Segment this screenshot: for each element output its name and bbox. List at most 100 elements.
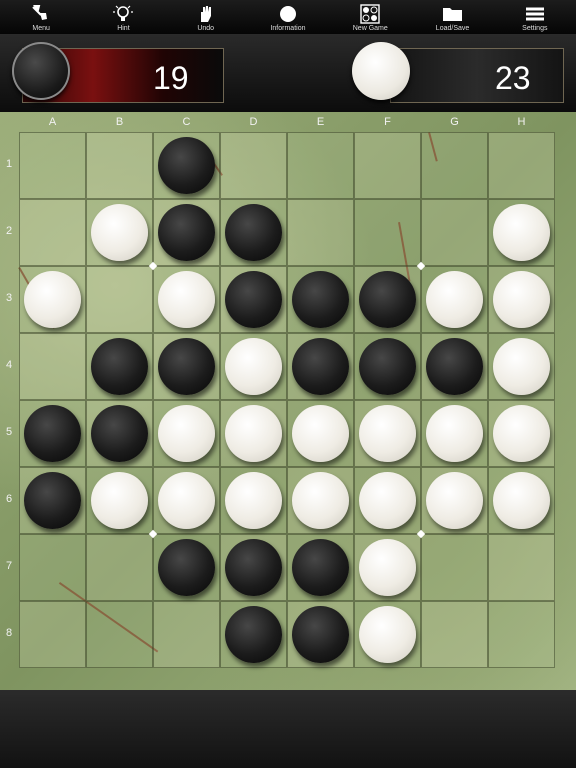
black-disc: [359, 338, 416, 395]
black-disc: [292, 606, 349, 663]
column-label: F: [384, 116, 391, 128]
board-cell-d1[interactable]: [220, 132, 287, 199]
white-disc: [158, 271, 215, 328]
black-disc: [225, 271, 282, 328]
game-board: A B C D E F G H 1 2 3 4 5 6 7 8: [0, 112, 576, 690]
row-label: 5: [5, 426, 13, 438]
toolbar-button-settings[interactable]: Settings: [494, 0, 576, 34]
white-disc: [493, 271, 550, 328]
white-score-panel: 23: [390, 48, 564, 103]
lightbulb-icon: [109, 3, 137, 25]
board-cell-g8[interactable]: [421, 601, 488, 668]
board-cell-h7[interactable]: [488, 534, 555, 601]
board-cell-g1[interactable]: [421, 132, 488, 199]
board-cell-a1[interactable]: [19, 132, 86, 199]
toolbar-button-hint[interactable]: Hint: [82, 0, 164, 34]
row-label: 7: [5, 560, 13, 572]
toolbar-label: Settings: [522, 25, 548, 32]
white-disc: [426, 405, 483, 462]
column-label: H: [517, 116, 526, 128]
white-disc: [493, 204, 550, 261]
white-disc: [292, 472, 349, 529]
board-cell-c8[interactable]: [153, 601, 220, 668]
wrench-icon: [521, 3, 549, 25]
new-game-grid-icon: [356, 3, 384, 25]
board-cell-g2[interactable]: [421, 199, 488, 266]
black-disc: [225, 606, 282, 663]
white-disc: [493, 472, 550, 529]
toolbar-label: Menu: [32, 25, 50, 32]
board-cell-h8[interactable]: [488, 601, 555, 668]
white-disc: [359, 405, 416, 462]
hand-icon: [192, 3, 220, 25]
black-disc: [24, 405, 81, 462]
white-disc: [24, 271, 81, 328]
white-disc: [292, 405, 349, 462]
toolbar-label: New Game: [352, 25, 388, 32]
black-disc: [91, 405, 148, 462]
score-bar: 19 23: [0, 34, 576, 112]
white-disc: [225, 405, 282, 462]
black-disc: [225, 204, 282, 261]
bottom-panel: [0, 690, 576, 768]
column-label: D: [249, 116, 258, 128]
board-cell-a7[interactable]: [19, 534, 86, 601]
column-label: G: [450, 116, 459, 128]
white-disc: [91, 204, 148, 261]
toolbar-label: Information: [270, 25, 306, 32]
black-score: 19: [153, 60, 189, 96]
black-disc: [225, 539, 282, 596]
black-disc: [292, 271, 349, 328]
white-disc: [426, 271, 483, 328]
black-disc: [24, 472, 81, 529]
row-label: 4: [5, 359, 13, 371]
board-cell-f1[interactable]: [354, 132, 421, 199]
board-cell-e2[interactable]: [287, 199, 354, 266]
board-cell-b8[interactable]: [86, 601, 153, 668]
folder-icon: [439, 3, 467, 25]
column-label: E: [316, 116, 325, 128]
toolbar-button-load-save[interactable]: Load/Save: [411, 0, 493, 34]
toolbar-button-information[interactable]: Information: [247, 0, 329, 34]
white-disc: [225, 338, 282, 395]
white-disc: [158, 405, 215, 462]
toolbar-label: Hint: [117, 25, 130, 32]
toolbar-button-undo[interactable]: Undo: [165, 0, 247, 34]
board-cell-b7[interactable]: [86, 534, 153, 601]
row-label: 6: [5, 493, 13, 505]
white-disc: [359, 539, 416, 596]
board-cell-h1[interactable]: [488, 132, 555, 199]
white-disc: [158, 472, 215, 529]
white-disc: [493, 338, 550, 395]
board-cell-e1[interactable]: [287, 132, 354, 199]
info-dot-icon: [274, 3, 302, 25]
board-cell-a2[interactable]: [19, 199, 86, 266]
black-disc: [158, 204, 215, 261]
white-disc: [493, 405, 550, 462]
menu-hand-icon: [27, 3, 55, 25]
white-disc: [426, 472, 483, 529]
toolbar: Menu Hint Undo Information New Game Load/Save…: [0, 0, 576, 34]
row-label: 2: [5, 225, 13, 237]
white-disc: [91, 472, 148, 529]
board-cell-g7[interactable]: [421, 534, 488, 601]
white-disc: [359, 606, 416, 663]
board-cell-a8[interactable]: [19, 601, 86, 668]
row-label: 8: [5, 627, 13, 639]
column-label: B: [115, 116, 124, 128]
white-score: 23: [495, 60, 531, 96]
white-disc: [359, 472, 416, 529]
column-label: A: [48, 116, 57, 128]
board-cell-a4[interactable]: [19, 333, 86, 400]
toolbar-button-new-game[interactable]: New Game: [329, 0, 411, 34]
row-label: 3: [5, 292, 13, 304]
board-cell-f2[interactable]: [354, 199, 421, 266]
column-label: C: [182, 116, 191, 128]
toolbar-button-menu[interactable]: Menu: [0, 0, 82, 34]
black-disc: [426, 338, 483, 395]
toolbar-label: Load/Save: [435, 25, 470, 32]
board-cell-b3[interactable]: [86, 266, 153, 333]
black-disc: [158, 539, 215, 596]
black-disc: [158, 338, 215, 395]
board-cell-b1[interactable]: [86, 132, 153, 199]
